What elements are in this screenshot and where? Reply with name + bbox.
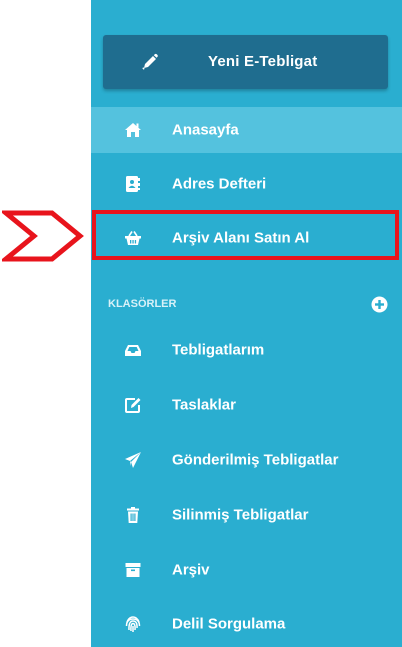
sidebar-item-tebligatlarim[interactable]: Tebligatlarım [91, 327, 402, 373]
sidebar-item-silinmis-tebligatlar[interactable]: Silinmiş Tebligatlar [91, 492, 402, 538]
sidebar-item-label: Delil Sorgulama [172, 615, 286, 633]
address-book-icon [124, 175, 142, 193]
sidebar-item-label: Taslaklar [172, 396, 236, 414]
highlight-box [92, 210, 399, 260]
sidebar-item-label: Anasayfa [172, 121, 239, 139]
folders-section-title: KLASÖRLER [108, 298, 177, 310]
new-e-tebligat-label: Yeni E-Tebligat [208, 53, 318, 70]
sidebar-item-label: Gönderilmiş Tebligatlar [172, 451, 339, 469]
sidebar-item-taslaklar[interactable]: Taslaklar [91, 382, 402, 428]
fingerprint-icon [124, 615, 142, 633]
sidebar-item-label: Tebligatlarım [172, 341, 265, 359]
sidebar: Yeni E-Tebligat Anasayfa Adres Defteri A… [91, 0, 402, 647]
sidebar-item-label: Silinmiş Tebligatlar [172, 506, 309, 524]
new-e-tebligat-button[interactable]: Yeni E-Tebligat [103, 35, 388, 89]
sidebar-item-gonderilmis-tebligatlar[interactable]: Gönderilmiş Tebligatlar [91, 437, 402, 483]
sidebar-item-delil-sorgulama[interactable]: Delil Sorgulama [91, 601, 402, 647]
sidebar-item-arsiv[interactable]: Arşiv [91, 547, 402, 593]
inbox-icon [124, 341, 142, 359]
chevron-right-icon [2, 206, 86, 266]
sidebar-item-adres-defteri[interactable]: Adres Defteri [91, 161, 402, 207]
trash-icon [124, 506, 142, 524]
paper-plane-icon [124, 451, 142, 469]
plus-circle-icon[interactable] [371, 296, 388, 313]
sidebar-item-label: Arşiv [172, 561, 210, 579]
sidebar-item-anasayfa[interactable]: Anasayfa [91, 107, 402, 153]
sidebar-item-label: Adres Defteri [172, 175, 267, 193]
home-icon [124, 121, 142, 139]
archive-icon [124, 561, 142, 579]
pencil-icon [141, 53, 159, 71]
edit-icon [124, 396, 142, 414]
